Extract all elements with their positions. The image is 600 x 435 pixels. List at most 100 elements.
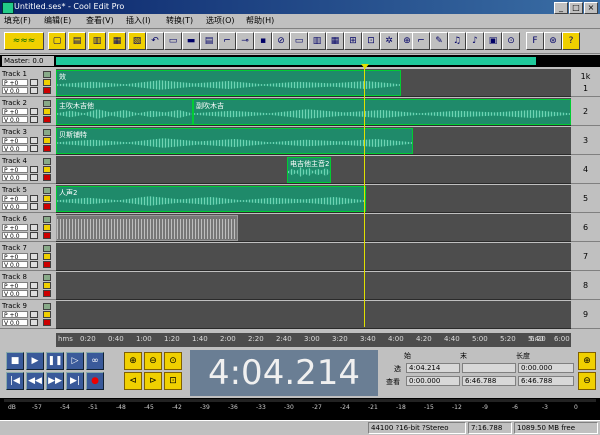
menu-transform[interactable]: 转换(T) [166,14,193,28]
tool-9-button[interactable]: ▭ [290,32,308,50]
audio-clip[interactable]: 人声2 [56,186,366,212]
track-volume[interactable]: V 0.0 [2,261,28,269]
selection-length-field[interactable]: 0:00.000 [518,363,574,373]
track-lane-4[interactable]: 电吉他主音2 [56,156,571,184]
track-record-button[interactable] [43,245,51,252]
tool-21-button[interactable]: ⊙ [502,32,520,50]
loop-button[interactable]: ∞ [86,352,104,370]
track-lane-2[interactable]: 主吹木吉他 副吹木吉 [56,98,571,126]
horizontal-scroll[interactable] [0,333,56,347]
fast-forward-button[interactable]: ▶▶ [46,372,64,390]
view-length-field[interactable]: 6:46.788 [518,376,574,386]
selection-begin-field[interactable]: 4:04.214 [406,363,460,373]
waveform-toggle-button[interactable]: ≈≈≈ [4,32,44,50]
tool-13-button[interactable]: ⊡ [362,32,380,50]
play-button[interactable]: ▶ [26,352,44,370]
track-record-button[interactable] [43,158,51,165]
arm-button[interactable] [43,203,51,210]
tool-17-button[interactable]: ✎ [430,32,448,50]
arm-button[interactable] [43,319,51,326]
track-volume[interactable]: V 0.0 [2,145,28,153]
track-record-button[interactable] [43,216,51,223]
zoom-in-horizontal-button[interactable]: ⊕ [124,352,142,370]
zoom-out-vertical-button[interactable]: ⊖ [578,372,596,390]
track-volume[interactable]: V 0.0 [2,203,28,211]
track-io-button[interactable] [30,261,38,268]
tool-10-button[interactable]: ▥ [308,32,326,50]
audio-clip[interactable] [56,215,238,241]
zoom-out-horizontal-button[interactable]: ⊖ [144,352,162,370]
undo-button[interactable]: ↶ [146,32,164,50]
solo-button[interactable] [30,311,38,318]
rewind-button[interactable]: ◀◀ [26,372,44,390]
track-io-button[interactable] [30,87,38,94]
timeline-ruler[interactable]: hms 0:20 0:40 1:00 1:20 1:40 2:00 2:20 2… [56,333,571,347]
tool-19-button[interactable]: ♪ [466,32,484,50]
new-file-button[interactable]: ▢ [48,32,66,50]
zoom-in-vertical-button[interactable]: ⊕ [578,352,596,370]
solo-button[interactable] [30,195,38,202]
track-lane-7[interactable] [56,243,571,271]
tool-20-button[interactable]: ▣ [484,32,502,50]
record-button[interactable]: ● [86,372,104,390]
mute-button[interactable] [43,79,51,86]
track-record-button[interactable] [43,129,51,136]
track-record-button[interactable] [43,303,51,310]
audio-clip[interactable]: 贝斯铺特 [56,128,413,154]
track-lane-8[interactable] [56,272,571,300]
mute-button[interactable] [43,311,51,318]
arm-button[interactable] [43,116,51,123]
arm-button[interactable] [43,290,51,297]
mute-button[interactable] [43,195,51,202]
mute-button[interactable] [43,166,51,173]
open-session-button[interactable]: ▥ [88,32,106,50]
zoom-full-button[interactable]: ⊙ [164,352,182,370]
tool-22-button[interactable]: ⊛ [544,32,562,50]
view-end-field[interactable]: 6:46.788 [462,376,516,386]
track-record-button[interactable] [43,71,51,78]
audio-clip[interactable]: 副吹木吉 [193,99,571,125]
stop-button[interactable]: ■ [6,352,24,370]
track-lane-3[interactable]: 贝斯铺特 [56,127,571,155]
tool-14-button[interactable]: ✲ [380,32,398,50]
arm-button[interactable] [43,232,51,239]
menu-edit[interactable]: 编辑(E) [44,14,71,28]
tool-2-button[interactable]: ▭ [164,32,182,50]
tool-4-button[interactable]: ▤ [200,32,218,50]
arm-button[interactable] [43,87,51,94]
track-volume[interactable]: V 0.0 [2,174,28,182]
save-button[interactable]: ▦ [108,32,126,50]
playhead-cursor[interactable] [364,67,365,327]
arm-button[interactable] [43,145,51,152]
tool-16-button[interactable]: ⌐ [412,32,430,50]
mute-button[interactable] [43,253,51,260]
tool-3-button[interactable]: ▬ [182,32,200,50]
solo-button[interactable] [30,282,38,289]
track-lane-5[interactable]: 人声2 [56,185,571,213]
tool-6-button[interactable]: ⊸ [236,32,254,50]
solo-button[interactable] [30,166,38,173]
track-pan[interactable]: P +0 [2,166,28,174]
track-record-button[interactable] [43,100,51,107]
solo-button[interactable] [30,137,38,144]
zoom-left-button[interactable]: ⊲ [124,372,142,390]
track-volume[interactable]: V 0.0 [2,290,28,298]
track-pan[interactable]: P +0 [2,79,28,87]
zoom-right-button[interactable]: ⊳ [144,372,162,390]
track-io-button[interactable] [30,116,38,123]
playhead-marker[interactable] [361,64,369,69]
tool-7-button[interactable]: ▪ [254,32,272,50]
solo-button[interactable] [30,79,38,86]
track-io-button[interactable] [30,203,38,210]
track-volume[interactable]: V 0.0 [2,116,28,124]
track-volume[interactable]: V 0.0 [2,87,28,95]
track-io-button[interactable] [30,319,38,326]
solo-button[interactable] [30,253,38,260]
audio-clip[interactable]: 效 [56,70,401,96]
audio-clip[interactable]: 电吉他主音2 [287,157,331,183]
track-volume[interactable]: V 0.0 [2,319,28,327]
tool-12-button[interactable]: ⊞ [344,32,362,50]
go-to-start-button[interactable]: |◀ [6,372,24,390]
track-io-button[interactable] [30,145,38,152]
track-record-button[interactable] [43,187,51,194]
